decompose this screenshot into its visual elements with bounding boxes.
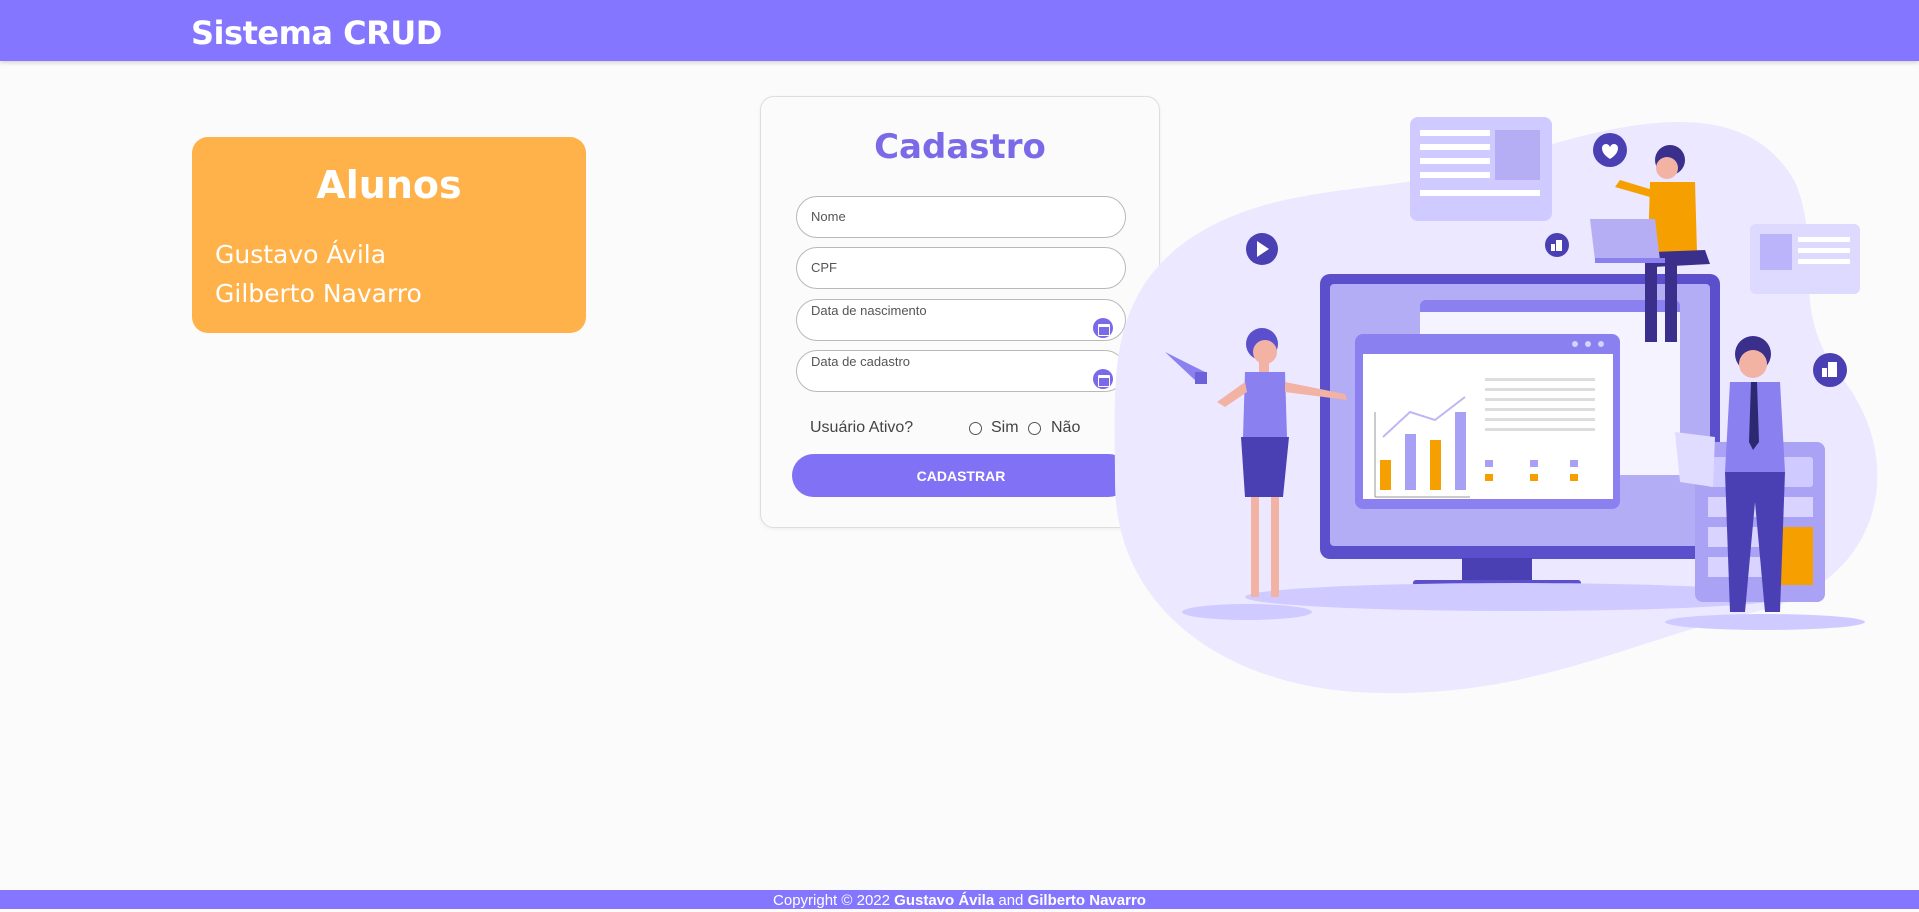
- registration-form: Cadastro Nome CPF Data de nascimento Dat…: [760, 96, 1160, 528]
- students-title: Alunos: [316, 163, 462, 207]
- top-navbar: Sistema CRUD: [0, 0, 1919, 61]
- submit-button[interactable]: CADASTRAR: [792, 454, 1130, 497]
- form-title: Cadastro: [874, 127, 1046, 167]
- copyright-text: Copyright © 2022: [773, 892, 890, 909]
- students-card: Alunos Gustavo Ávila Gilberto Navarro: [192, 137, 586, 333]
- footer: Copyright © 2022 Gustavo Ávila and Gilbe…: [0, 890, 1919, 909]
- name-placeholder: Nome: [811, 209, 846, 224]
- student-item[interactable]: Gilberto Navarro: [215, 274, 422, 313]
- cpf-input[interactable]: CPF: [796, 247, 1126, 289]
- birth-date-input[interactable]: Data de nascimento: [796, 299, 1126, 341]
- signup-date-input[interactable]: Data de cadastro: [796, 350, 1126, 392]
- active-no-label[interactable]: Não: [1051, 419, 1080, 437]
- author-joiner: and: [998, 892, 1024, 909]
- active-no-radio[interactable]: [1028, 422, 1041, 435]
- active-user-label: Usuário Ativo?: [810, 419, 914, 436]
- active-user-row: Usuário Ativo? Sim Não: [810, 419, 1130, 439]
- active-yes-radio[interactable]: [969, 422, 982, 435]
- signup-date-label: Data de cadastro: [811, 354, 911, 369]
- app-title[interactable]: Sistema CRUD: [191, 14, 442, 52]
- name-input[interactable]: Nome: [796, 196, 1126, 238]
- student-item[interactable]: Gustavo Ávila: [215, 235, 422, 274]
- birth-date-label: Data de nascimento: [811, 303, 927, 318]
- author-1: Gustavo Ávila: [894, 892, 995, 909]
- cpf-placeholder: CPF: [811, 260, 837, 275]
- active-yes-label[interactable]: Sim: [991, 419, 1019, 437]
- author-2: Gilberto Navarro: [1027, 892, 1146, 909]
- students-list: Gustavo Ávila Gilberto Navarro: [215, 235, 422, 313]
- marketing-illustration: [1114, 117, 1878, 694]
